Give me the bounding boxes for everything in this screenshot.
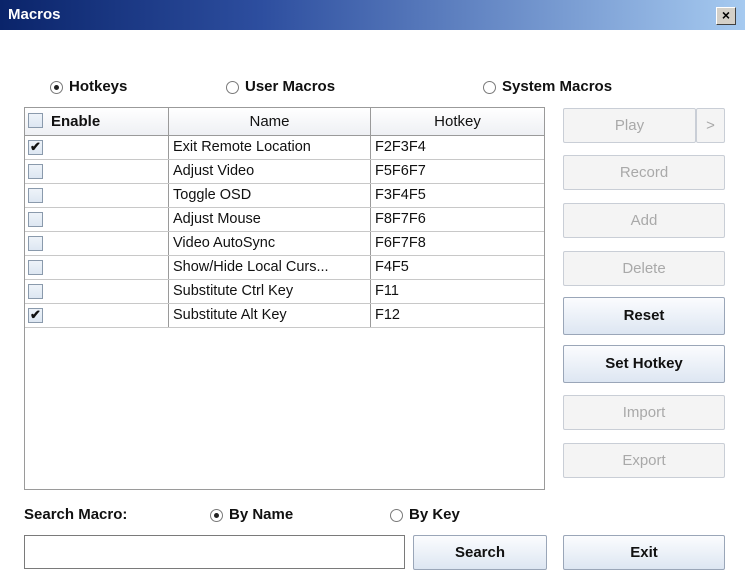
enable-all-checkbox[interactable] <box>28 113 43 128</box>
hotkey-cell: F12 <box>375 307 400 323</box>
window-title: Macros <box>8 6 61 23</box>
name-cell: Substitute Alt Key <box>169 304 371 327</box>
exit-button[interactable]: Exit <box>563 535 725 570</box>
hotkey-cell: F5F6F7 <box>375 163 426 179</box>
title-bar <box>0 0 745 30</box>
import-button[interactable]: Import <box>563 395 725 430</box>
row-checkbox[interactable] <box>28 236 43 251</box>
play-more-button[interactable]: > <box>696 108 725 143</box>
table-row[interactable]: Toggle OSD F3F4F5 <box>25 184 544 208</box>
header-hotkey[interactable]: Hotkey <box>371 108 544 135</box>
table-header: Enable Name Hotkey <box>25 108 544 136</box>
radio-by-name-icon <box>210 508 223 522</box>
radio-system-macros-icon <box>483 80 496 94</box>
enable-cell[interactable] <box>25 208 169 231</box>
table-row[interactable]: Adjust Mouse F8F7F6 <box>25 208 544 232</box>
row-checkbox[interactable]: ✔ <box>28 308 43 323</box>
hotkey-cell: F8F7F6 <box>375 211 426 227</box>
hotkey-cell: F4F5 <box>375 259 409 275</box>
search-macro-label: Search Macro: <box>24 506 128 523</box>
radio-by-key[interactable]: By Key <box>390 506 460 523</box>
radio-user-macros[interactable]: User Macros <box>226 78 335 95</box>
radio-hotkeys-icon <box>50 80 63 94</box>
delete-button[interactable]: Delete <box>563 251 725 286</box>
hotkey-cell: F2F3F4 <box>375 139 426 155</box>
row-checkbox[interactable] <box>28 260 43 275</box>
reset-button[interactable]: Reset <box>563 297 725 335</box>
set-hotkey-button[interactable]: Set Hotkey <box>563 345 725 383</box>
radio-user-macros-label: User Macros <box>245 78 336 95</box>
search-input[interactable] <box>24 535 405 569</box>
name-cell: Video AutoSync <box>169 232 371 255</box>
row-checkbox[interactable] <box>28 284 43 299</box>
hotkey-cell: F11 <box>375 283 399 299</box>
header-name[interactable]: Name <box>169 108 371 135</box>
enable-cell[interactable]: ✔ <box>25 136 169 159</box>
close-button[interactable]: × <box>716 7 736 25</box>
search-button[interactable]: Search <box>413 535 547 570</box>
radio-by-name[interactable]: By Name <box>210 506 293 523</box>
enable-cell[interactable] <box>25 184 169 207</box>
name-cell: Adjust Video <box>169 160 371 183</box>
name-cell: Toggle OSD <box>169 184 371 207</box>
table-row[interactable]: Video AutoSync F6F7F8 <box>25 232 544 256</box>
radio-hotkeys[interactable]: Hotkeys <box>50 78 127 95</box>
add-button[interactable]: Add <box>563 203 725 238</box>
radio-system-macros[interactable]: System Macros <box>483 78 612 95</box>
record-button[interactable]: Record <box>563 155 725 190</box>
export-button[interactable]: Export <box>563 443 725 478</box>
table-row[interactable]: Adjust Video F5F6F7 <box>25 160 544 184</box>
name-cell: Show/Hide Local Curs... <box>169 256 371 279</box>
radio-by-key-label: By Key <box>409 506 460 523</box>
enable-cell[interactable] <box>25 280 169 303</box>
enable-cell[interactable]: ✔ <box>25 304 169 327</box>
radio-by-key-icon <box>390 508 403 522</box>
enable-cell[interactable] <box>25 160 169 183</box>
table-row[interactable]: ✔ Exit Remote Location F2F3F4 <box>25 136 544 160</box>
radio-hotkeys-label: Hotkeys <box>69 78 128 95</box>
row-checkbox[interactable]: ✔ <box>28 140 43 155</box>
table-row[interactable]: Substitute Ctrl Key F11 <box>25 280 544 304</box>
hotkey-cell: F6F7F8 <box>375 235 426 251</box>
enable-cell[interactable] <box>25 256 169 279</box>
hotkey-cell: F3F4F5 <box>375 187 426 203</box>
header-enable-label: Enable <box>51 113 101 130</box>
macro-table: Enable Name Hotkey ✔ Exit Remote Locatio… <box>24 107 545 490</box>
header-enable[interactable]: Enable <box>25 108 169 135</box>
name-cell: Substitute Ctrl Key <box>169 280 371 303</box>
table-row[interactable]: Show/Hide Local Curs... F4F5 <box>25 256 544 280</box>
table-row[interactable]: ✔ Substitute Alt Key F12 <box>25 304 544 328</box>
radio-user-macros-icon <box>226 80 239 94</box>
radio-by-name-label: By Name <box>229 506 294 523</box>
row-checkbox[interactable] <box>28 212 43 227</box>
enable-cell[interactable] <box>25 232 169 255</box>
name-cell: Adjust Mouse <box>169 208 371 231</box>
play-button[interactable]: Play <box>563 108 696 143</box>
name-cell: Exit Remote Location <box>169 136 371 159</box>
row-checkbox[interactable] <box>28 188 43 203</box>
radio-system-macros-label: System Macros <box>502 78 613 95</box>
row-checkbox[interactable] <box>28 164 43 179</box>
